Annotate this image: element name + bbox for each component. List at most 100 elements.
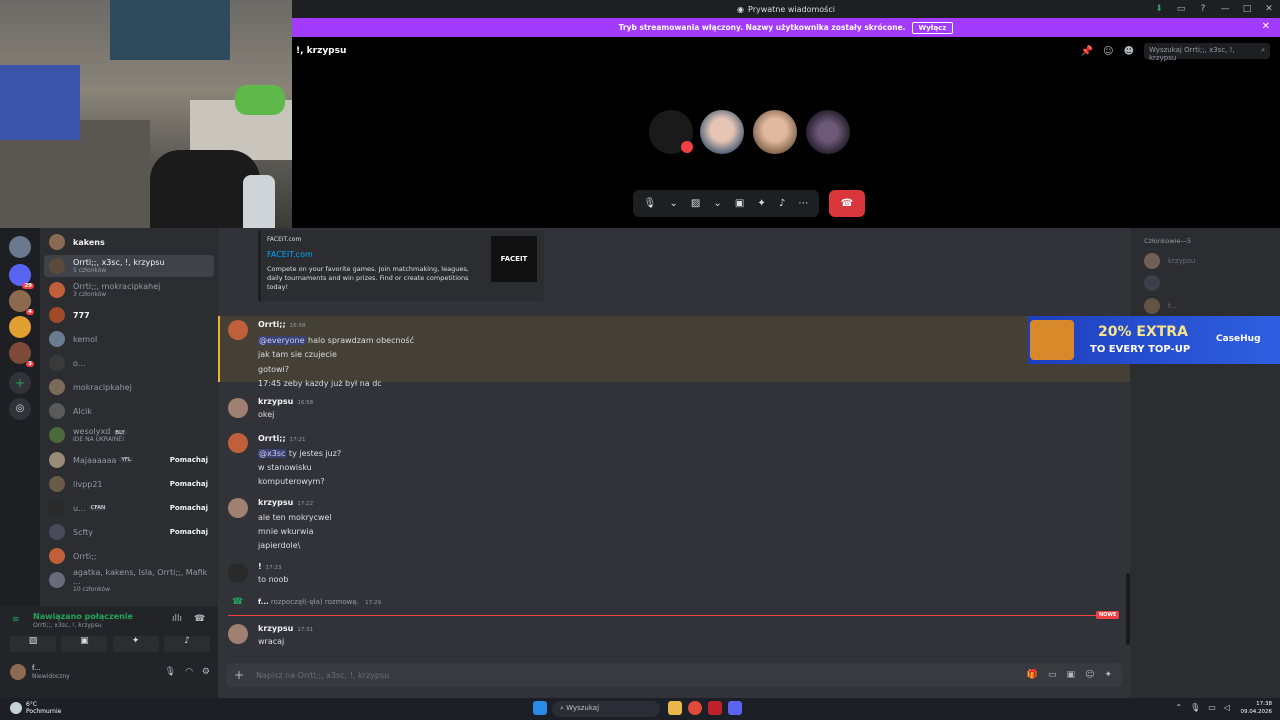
avatar[interactable]	[753, 110, 797, 154]
server-icon[interactable]: 3	[9, 342, 34, 367]
list-item[interactable]: u... CFAN Pomachaj	[44, 497, 214, 519]
noise-icon[interactable]: ıllı	[172, 614, 182, 624]
taskbar-search[interactable]: ⌕ Wyszukaj	[552, 701, 660, 717]
list-item[interactable]: mokracipkahej	[44, 376, 214, 398]
avatar[interactable]	[228, 624, 248, 644]
update-icon[interactable]: ⬇	[1148, 4, 1170, 14]
clock[interactable]: 17:38 09.04.2026	[1241, 700, 1273, 716]
list-item[interactable]: kakens	[44, 231, 214, 253]
avatar[interactable]	[228, 498, 248, 518]
mention[interactable]: @everyone	[258, 335, 306, 345]
avatar[interactable]	[228, 320, 248, 340]
list-item[interactable]: Scfty Pomachaj	[44, 521, 214, 543]
camera-off-icon[interactable]: ▨	[10, 636, 56, 652]
list-item[interactable]: Majaaaaaa YFL Pomachaj	[44, 449, 214, 471]
list-item[interactable]: Orrti;;, mokracipkahej 3 członków	[44, 279, 214, 301]
list-item[interactable]: livpp21 Pomachaj	[44, 473, 214, 495]
list-item[interactable]: wesolyxd BLY IDE NA UKRAINE!	[44, 424, 214, 446]
avatar[interactable]	[228, 433, 248, 453]
server-icon[interactable]	[9, 236, 31, 258]
volume-icon[interactable]: ◁	[1224, 703, 1230, 712]
discord-icon[interactable]	[728, 701, 742, 715]
ad-overlay[interactable]: 20% EXTRA TO EVERY TOP-UP CaseHug	[1028, 316, 1280, 364]
chevron-up-icon[interactable]: ⌃	[1175, 703, 1182, 712]
disable-streamer-button[interactable]: Wyłącz	[911, 21, 954, 34]
explorer-icon[interactable]	[668, 701, 682, 715]
camera-off-icon[interactable]: ▨	[691, 198, 700, 209]
app-icon[interactable]	[708, 701, 722, 715]
voice-channel[interactable]: Orrti;;, x3sc, !, krzypsu	[33, 622, 102, 629]
mention[interactable]: @x3sc	[258, 449, 287, 458]
message-author[interactable]: Orrti;;	[258, 434, 286, 443]
list-item[interactable]: Orrti;;	[44, 545, 214, 567]
embed-title[interactable]: FACEIT.com	[267, 250, 313, 259]
gift-icon[interactable]: 🎁	[1027, 670, 1038, 680]
gear-icon[interactable]: ⚙	[202, 667, 210, 677]
message-author[interactable]: krzypsu	[258, 498, 293, 507]
avatar[interactable]	[806, 110, 850, 154]
close-button[interactable]: ✕	[1258, 4, 1280, 14]
add-server-icon[interactable]: +	[9, 372, 31, 394]
list-item[interactable]: Alcik	[44, 400, 214, 422]
search-input[interactable]: Wyszukaj Orrti;;, x3sc, !, krzypsu ⌕	[1144, 43, 1270, 62]
hangup-button[interactable]: ☎	[829, 190, 865, 217]
more-icon[interactable]: ⋯	[798, 198, 808, 209]
wave-button[interactable]: Pomachaj	[170, 480, 208, 488]
soundboard-icon[interactable]: ♪	[163, 636, 210, 652]
member-item[interactable]: f...	[1144, 297, 1274, 315]
message-author[interactable]: f...	[258, 598, 269, 606]
mic-icon[interactable]: 🎙	[165, 667, 176, 677]
soundboard-icon[interactable]: ♪	[779, 198, 785, 209]
avatar[interactable]	[228, 563, 248, 583]
network-icon[interactable]: ▭	[1208, 703, 1216, 712]
inbox-icon[interactable]: ▭	[1170, 4, 1192, 14]
wave-button[interactable]: Pomachaj	[170, 528, 208, 536]
sticker-icon[interactable]: ▣	[1067, 670, 1076, 680]
message-input[interactable]: + Napisz na Orrti;;, x3sc, !, krzypsu 🎁 …	[226, 663, 1122, 687]
server-icon[interactable]: 29	[9, 264, 34, 289]
list-item[interactable]: o...	[44, 352, 214, 374]
weather-widget[interactable]: 6°C Pochmurnie	[10, 701, 61, 715]
server-icon[interactable]: 4	[9, 290, 34, 315]
discover-icon[interactable]: ◎	[9, 398, 31, 420]
message-author[interactable]: krzypsu	[258, 624, 293, 633]
add-attachment-icon[interactable]: +	[234, 668, 244, 682]
server-icon[interactable]	[9, 316, 31, 338]
close-icon[interactable]: ✕	[1262, 21, 1270, 32]
chevron-down-icon[interactable]: ⌄	[669, 198, 677, 209]
headphones-icon[interactable]: ◠	[185, 667, 193, 677]
start-icon[interactable]	[533, 701, 547, 715]
chevron-down-icon[interactable]: ⌄	[713, 198, 721, 209]
message-author[interactable]: Orrti;;	[258, 320, 286, 329]
maximize-button[interactable]: □	[1236, 4, 1258, 14]
avatar[interactable]	[700, 110, 744, 154]
list-item[interactable]: kemol	[44, 328, 214, 350]
activities-icon[interactable]: ✦	[757, 198, 765, 209]
minimize-button[interactable]: —	[1214, 4, 1236, 14]
message-author[interactable]: !	[258, 562, 262, 571]
gif-icon[interactable]: ▭	[1048, 670, 1057, 680]
avatar[interactable]	[10, 664, 26, 680]
mic-icon[interactable]: 🎙	[1190, 703, 1200, 712]
screenshare-icon[interactable]: ▣	[61, 636, 108, 652]
message-author[interactable]: krzypsu	[258, 397, 293, 406]
activities-icon[interactable]: ✦	[112, 636, 159, 652]
screenshare-icon[interactable]: ▣	[735, 198, 744, 209]
members-icon[interactable]: ☻	[1124, 46, 1134, 57]
wave-button[interactable]: Pomachaj	[170, 456, 208, 464]
list-item[interactable]: Orrti;;, x3sc, !, krzypsu 5 członków	[44, 255, 214, 277]
wave-button[interactable]: Pomachaj	[170, 504, 208, 512]
avatar[interactable]	[228, 398, 248, 418]
list-item[interactable]: agatka, kakens, Isla, Orrti;;, Mafik ...…	[44, 568, 214, 593]
member-item[interactable]	[1144, 274, 1274, 292]
emoji-icon[interactable]: ☺	[1085, 670, 1094, 680]
disconnect-icon[interactable]: ☎	[194, 614, 205, 624]
chrome-icon[interactable]	[688, 701, 702, 715]
mic-icon[interactable]: 🎙	[644, 198, 657, 209]
pin-icon[interactable]: 📌	[1081, 46, 1093, 57]
member-item[interactable]: krzypsu	[1144, 252, 1274, 270]
list-item[interactable]: 777	[44, 304, 214, 326]
apps-icon[interactable]: ✦	[1104, 670, 1112, 680]
add-friend-icon[interactable]: ☺	[1103, 46, 1113, 57]
help-icon[interactable]: ?	[1192, 4, 1214, 14]
